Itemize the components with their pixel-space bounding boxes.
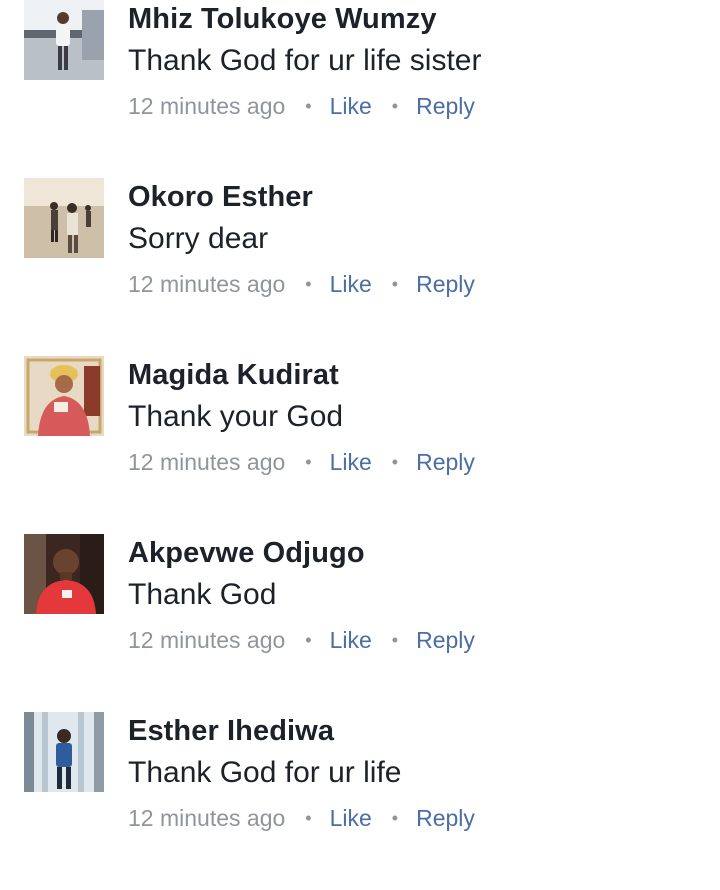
separator-dot: •: [391, 273, 399, 294]
commenter-name[interactable]: Akpevwe Odjugo: [128, 537, 365, 570]
comment-meta: 12 minutes ago • Like • Reply: [128, 625, 475, 655]
timestamp: 12 minutes ago: [128, 448, 286, 475]
profile-photo-mirror-selfie-icon: [24, 712, 104, 792]
reply-button[interactable]: Reply: [416, 271, 475, 298]
separator-dot: •: [305, 807, 312, 828]
comment-text: Thank your God: [128, 400, 344, 433]
comment-text: Sorry dear: [128, 222, 269, 255]
profile-photo-woman-standing-icon: [24, 0, 104, 80]
timestamp: 12 minutes ago: [128, 270, 286, 297]
separator-dot: •: [391, 451, 399, 472]
comment-item: Akpevwe Odjugo Thank God 12 minutes ago …: [0, 534, 720, 712]
reply-button[interactable]: Reply: [416, 93, 475, 120]
comment-item: Okoro Esther Sorry dear 12 minutes ago •…: [0, 178, 720, 356]
like-button[interactable]: Like: [330, 449, 372, 476]
separator-dot: •: [305, 629, 312, 650]
timestamp: 12 minutes ago: [128, 92, 286, 119]
comment-text: Thank God for ur life: [128, 756, 402, 789]
like-button[interactable]: Like: [330, 93, 372, 120]
profile-photo-woman-headwrap-icon: [24, 356, 104, 436]
avatar[interactable]: [24, 534, 104, 614]
comment-meta: 12 minutes ago • Like • Reply: [128, 803, 475, 833]
commenter-name[interactable]: Mhiz Tolukoye Wumzy: [128, 3, 437, 36]
comment-meta: 12 minutes ago • Like • Reply: [128, 447, 475, 477]
avatar[interactable]: [24, 356, 104, 436]
avatar[interactable]: [24, 712, 104, 792]
comment-text: Thank God: [128, 578, 277, 611]
reply-button[interactable]: Reply: [416, 805, 475, 832]
reply-button[interactable]: Reply: [416, 449, 475, 476]
comment-item: Esther Ihediwa Thank God for ur life 12 …: [0, 712, 720, 890]
comment-item: Mhiz Tolukoye Wumzy Thank God for ur lif…: [0, 0, 720, 178]
profile-photo-people-walking-icon: [24, 178, 104, 258]
separator-dot: •: [391, 629, 399, 650]
separator-dot: •: [305, 95, 312, 116]
commenter-name[interactable]: Esther Ihediwa: [128, 715, 334, 748]
comment-meta: 12 minutes ago • Like • Reply: [128, 269, 475, 299]
avatar[interactable]: [24, 178, 104, 258]
profile-photo-man-red-shirt-icon: [24, 534, 104, 614]
separator-dot: •: [391, 807, 399, 828]
timestamp: 12 minutes ago: [128, 626, 286, 653]
commenter-name[interactable]: Okoro Esther: [128, 181, 313, 214]
comment-meta: 12 minutes ago • Like • Reply: [128, 91, 475, 121]
reply-button[interactable]: Reply: [416, 627, 475, 654]
avatar[interactable]: [24, 0, 104, 80]
comment-item: Magida Kudirat Thank your God 12 minutes…: [0, 356, 720, 534]
separator-dot: •: [305, 451, 312, 472]
like-button[interactable]: Like: [330, 627, 372, 654]
timestamp: 12 minutes ago: [128, 804, 286, 831]
separator-dot: •: [305, 273, 312, 294]
commenter-name[interactable]: Magida Kudirat: [128, 359, 339, 392]
like-button[interactable]: Like: [330, 271, 372, 298]
separator-dot: •: [391, 95, 399, 116]
like-button[interactable]: Like: [330, 805, 372, 832]
comment-text: Thank God for ur life sister: [128, 44, 482, 77]
